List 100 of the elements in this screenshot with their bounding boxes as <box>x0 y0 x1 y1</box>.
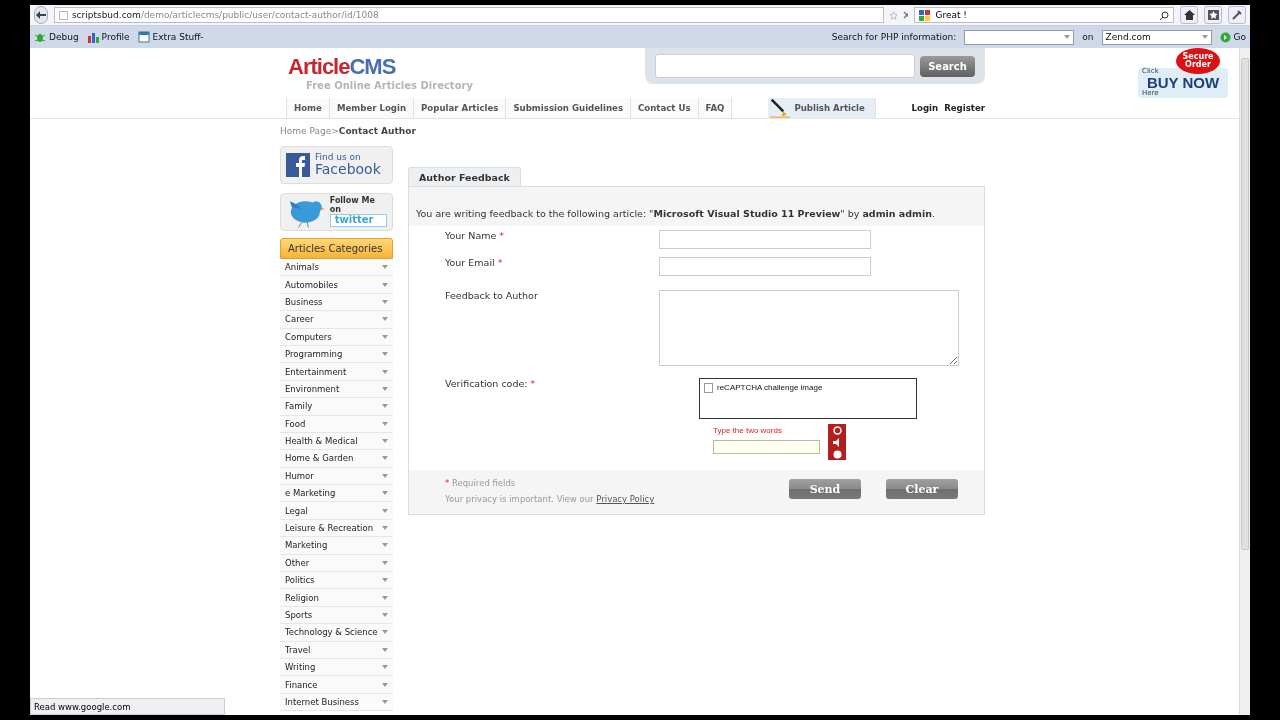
on-label: on <box>1082 32 1094 42</box>
text-field[interactable] <box>659 230 871 249</box>
category-item[interactable]: Legal <box>280 502 393 520</box>
category-item[interactable]: e Marketing <box>280 485 393 503</box>
caret-icon <box>1201 35 1208 39</box>
bar-chart-icon <box>86 31 99 43</box>
facebook-icon <box>286 153 310 177</box>
field-label: Your Email * <box>445 257 503 268</box>
author-feedback-tab[interactable]: Author Feedback <box>408 167 521 186</box>
address-bar[interactable]: scriptsbud.com/demo/articlecms/public/user/contact-author/id/1008 <box>53 7 884 23</box>
toolbar-item[interactable]: Extra Stuff- <box>137 31 204 43</box>
caret-icon <box>382 299 388 304</box>
caret-icon <box>382 578 388 583</box>
php-search-label: Search for PHP information: <box>831 32 957 42</box>
field-label: Feedback to Author <box>445 290 538 301</box>
home-icon <box>1183 10 1195 20</box>
caret-icon <box>382 421 388 426</box>
caret-icon <box>382 647 388 652</box>
window-icon <box>137 31 150 43</box>
privacy-policy-link[interactable]: Privacy Policy <box>596 494 655 504</box>
caret-icon <box>382 682 388 687</box>
field-label: Your Name * <box>445 230 505 241</box>
toolbar-item[interactable]: Debug <box>34 31 79 43</box>
back-arrow-icon <box>35 11 46 19</box>
captcha-field[interactable] <box>713 440 820 454</box>
twitter-button[interactable]: Follow Me on twitter <box>280 193 393 231</box>
category-item[interactable]: Entertainment <box>280 363 393 381</box>
reload-icon[interactable] <box>832 425 842 435</box>
intro-text: You are writing feedback to the following article: "Microsoft Visual Studio 11 Preview" by admin admin. <box>416 208 936 219</box>
star-icon[interactable] <box>889 9 898 21</box>
category-item[interactable]: Family <box>280 398 393 416</box>
broken-image-icon <box>704 383 713 393</box>
category-item[interactable]: Religion <box>280 589 393 607</box>
nav-tab[interactable]: Member Login <box>329 98 415 118</box>
captcha-prompt: Type the two words <box>713 426 783 435</box>
go-button[interactable]: Go <box>1219 31 1246 43</box>
site-logo[interactable]: ArticleCMS <box>288 54 473 80</box>
required-note: * Required fields <box>445 478 517 488</box>
site-dropdown[interactable]: Zend.com <box>1101 29 1212 45</box>
caret-icon <box>382 699 388 704</box>
status-bar: Read www.google.com <box>30 698 225 715</box>
scrollbar[interactable] <box>1239 48 1250 715</box>
search-button[interactable]: Search <box>920 55 975 77</box>
back-button[interactable] <box>34 6 48 24</box>
caret-icon <box>382 404 388 409</box>
caret-icon <box>382 386 388 391</box>
caret-icon <box>382 352 388 357</box>
search-engine-icon <box>919 9 931 21</box>
help-icon[interactable] <box>832 449 842 459</box>
account-link[interactable]: Register <box>944 103 985 113</box>
caret-icon <box>382 473 388 478</box>
caret-icon <box>382 613 388 617</box>
nav-tab[interactable]: Contact Us <box>631 98 699 118</box>
category-item[interactable]: Animals <box>280 259 393 277</box>
caret-icon <box>382 439 388 444</box>
categories-heading: Articles Categories <box>280 238 393 259</box>
form-button[interactable]: Clear <box>886 479 958 499</box>
search-icon[interactable] <box>1160 10 1170 20</box>
caret-icon <box>382 560 388 565</box>
category-item[interactable]: Automobiles <box>280 276 393 294</box>
caret-icon <box>382 491 388 496</box>
category-item[interactable]: Home & Garden <box>280 450 393 468</box>
toolbar-item[interactable]: Profile <box>86 31 130 43</box>
bookmarks-button[interactable] <box>1204 6 1223 24</box>
account-link[interactable]: Login <box>911 103 939 113</box>
category-item[interactable]: Career <box>280 311 393 329</box>
nav-tab[interactable]: FAQ <box>698 98 733 118</box>
audio-icon[interactable] <box>832 437 842 447</box>
tools-button[interactable] <box>1228 6 1246 24</box>
caret-icon <box>382 526 388 531</box>
tagline: Free Online Articles Directory <box>306 80 473 91</box>
caret-icon <box>382 282 388 287</box>
page-icon <box>58 10 68 20</box>
category-item[interactable]: Technology & Science <box>280 624 393 642</box>
site-search-field[interactable] <box>655 54 915 78</box>
category-item[interactable]: Marketing <box>280 537 393 555</box>
pen-icon <box>770 98 791 118</box>
caret-icon <box>382 334 388 339</box>
star-icon <box>1207 10 1219 20</box>
caret-icon <box>382 265 388 270</box>
form-button[interactable]: Send <box>789 479 861 499</box>
facebook-button[interactable]: Find us on Facebook <box>280 146 393 184</box>
breadcrumb-separator: > <box>331 126 339 136</box>
home-button[interactable] <box>1180 6 1199 24</box>
breadcrumb-current: Contact Author <box>338 126 416 136</box>
category-item[interactable]: Politics <box>280 572 393 590</box>
category-item[interactable]: Finance <box>280 676 393 694</box>
search-field[interactable]: Great ! <box>914 7 1175 23</box>
secure-order-badge: Secure Order <box>1176 48 1220 74</box>
nav-tab[interactable]: Home <box>287 98 330 118</box>
php-search-field[interactable] <box>964 29 1075 45</box>
nav-tab[interactable]: Submission Guidelines <box>506 98 631 118</box>
text-field[interactable] <box>659 257 871 276</box>
publish-article-tab[interactable]: Publish Article <box>768 98 876 118</box>
caret-icon <box>382 543 388 548</box>
caret-icon <box>382 665 388 670</box>
nav-tab[interactable]: Popular Articles <box>414 98 507 118</box>
breadcrumb-link[interactable]: Home Page <box>280 126 332 136</box>
privacy-note: Your privacy is important. View our Privacy Policy <box>445 494 655 504</box>
caret-icon <box>382 317 388 322</box>
